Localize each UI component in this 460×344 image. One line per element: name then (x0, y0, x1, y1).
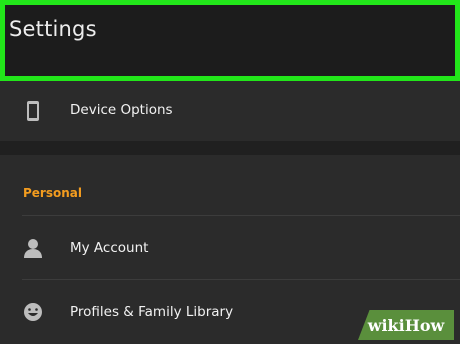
divider (22, 279, 460, 280)
person-icon (22, 237, 44, 259)
section-gap (0, 141, 460, 155)
device-options-item[interactable]: Device Options (0, 81, 460, 141)
wikihow-watermark: wikiHow (358, 310, 454, 340)
personal-heading: Personal (23, 186, 82, 200)
device-section: Device Options (0, 81, 460, 141)
my-account-item[interactable]: My Account (0, 217, 460, 277)
device-options-label: Device Options (70, 102, 173, 118)
my-account-label: My Account (70, 240, 149, 256)
profiles-family-library-label: Profiles & Family Library (70, 304, 234, 320)
header-highlight-box (0, 0, 460, 81)
smiley-icon (22, 301, 44, 323)
phone-icon (22, 100, 44, 122)
divider (22, 215, 460, 216)
